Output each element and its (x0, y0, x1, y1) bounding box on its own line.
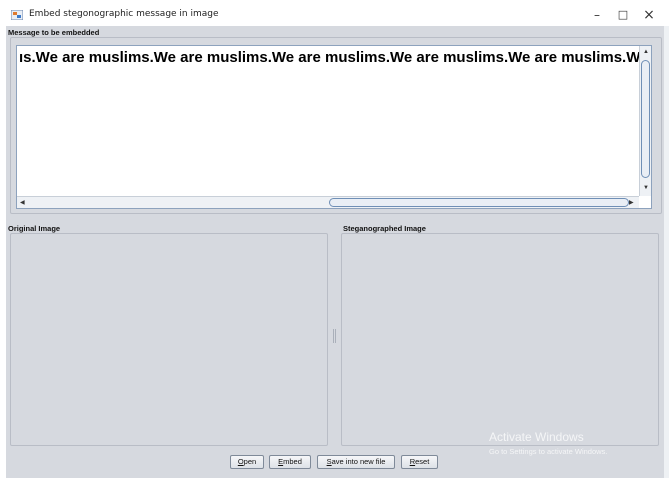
window-edge (664, 26, 669, 478)
minimize-button[interactable]: – (585, 6, 609, 24)
original-image-panel (10, 233, 328, 446)
activate-windows-hint: Go to Settings to activate Windows. (489, 447, 608, 456)
activate-windows-watermark: Activate Windows (489, 430, 584, 444)
title-bar[interactable]: Embed stegonographic message in image – … (0, 0, 669, 26)
save-label-rest: ave into new file (331, 457, 386, 466)
embed-label-rest: mbed (283, 457, 302, 466)
message-textarea[interactable]: ıs.We are muslims.We are muslims.We are … (16, 45, 652, 209)
split-pane-divider[interactable] (333, 329, 336, 343)
maximize-button[interactable]: □ (611, 6, 635, 24)
open-label-rest: pen (243, 457, 257, 466)
embed-button[interactable]: Embed (269, 455, 311, 469)
steganographed-image-label: Steganographed Image (343, 224, 426, 233)
scroll-left-arrow-icon[interactable]: ◀ (20, 199, 25, 207)
horizontal-scrollbar[interactable]: ◀ ▶ (17, 196, 639, 208)
reset-label-rest: eset (415, 457, 430, 466)
java-app-icon (11, 10, 23, 20)
close-button[interactable]: × (637, 6, 661, 24)
vertical-scrollbar[interactable]: ▲ ▼ (639, 46, 651, 196)
scroll-right-arrow-icon[interactable]: ▶ (629, 199, 634, 207)
horizontal-scroll-thumb[interactable] (329, 198, 629, 207)
main-content: Message to be embedded ıs.We are muslims… (6, 26, 664, 478)
save-into-new-file-button[interactable]: Save into new file (317, 455, 395, 469)
vertical-scroll-thumb[interactable] (641, 60, 650, 178)
steganographed-image-panel (341, 233, 659, 446)
window-title: Embed stegonographic message in image (29, 9, 219, 19)
message-text: ıs.We are muslims.We are muslims.We are … (19, 49, 651, 66)
message-section-label: Message to be embedded (8, 28, 100, 37)
open-button[interactable]: Open (230, 455, 264, 469)
scroll-down-arrow-icon[interactable]: ▼ (643, 184, 649, 192)
reset-button[interactable]: Reset (401, 455, 438, 469)
original-image-label: Original Image (8, 224, 61, 233)
scroll-up-arrow-icon[interactable]: ▲ (643, 48, 649, 56)
